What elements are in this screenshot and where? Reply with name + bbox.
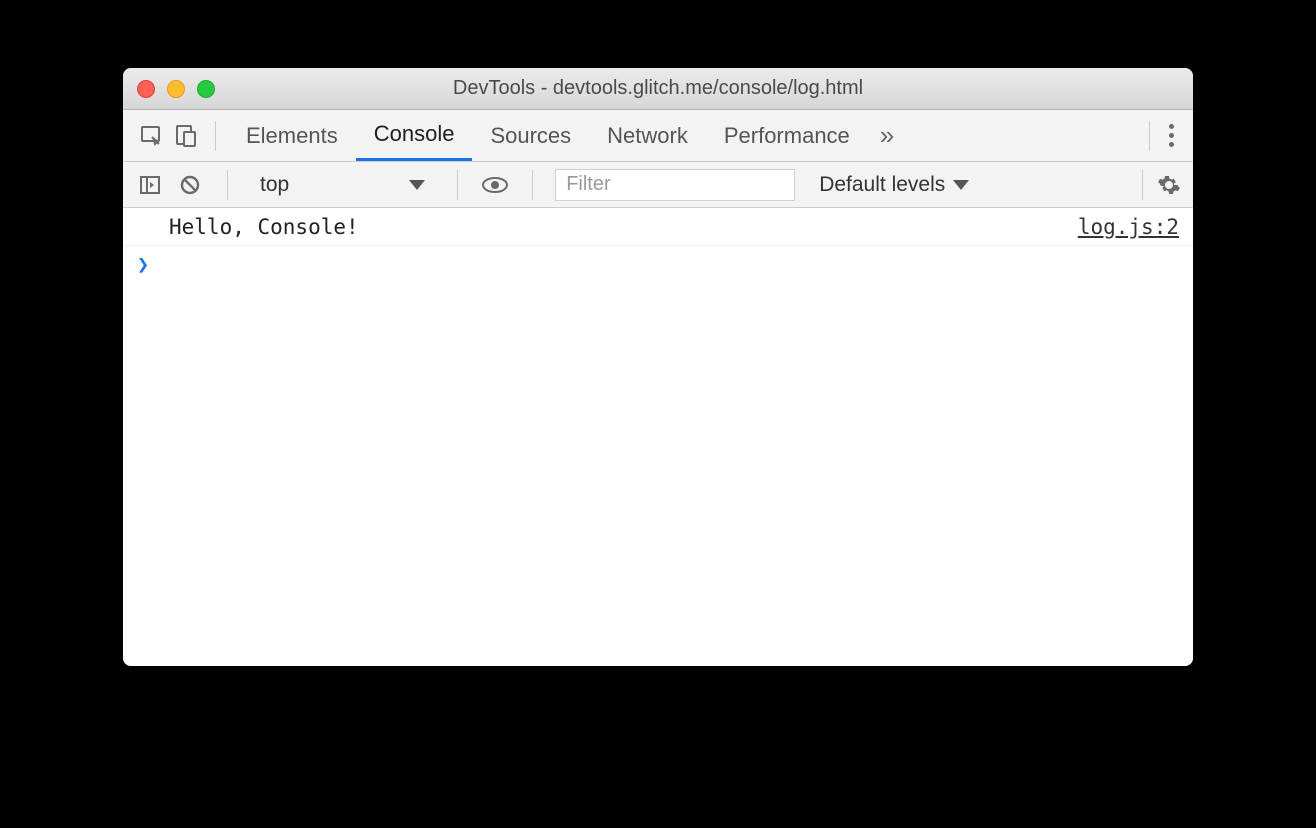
log-message: Hello, Console! [169, 215, 359, 239]
tab-network[interactable]: Network [589, 110, 706, 161]
clear-console-icon[interactable] [175, 170, 205, 200]
log-source-link[interactable]: log.js:2 [1078, 215, 1179, 239]
tab-performance[interactable]: Performance [706, 110, 868, 161]
minimize-window-button[interactable] [167, 80, 185, 98]
chevron-down-icon [953, 180, 969, 190]
log-levels-label: Default levels [819, 173, 945, 197]
inspect-element-icon[interactable] [135, 119, 169, 153]
tab-sources[interactable]: Sources [472, 110, 589, 161]
log-levels-select[interactable]: Default levels [819, 173, 969, 197]
console-toolbar: top Default levels [123, 162, 1193, 208]
device-toolbar-icon[interactable] [169, 119, 203, 153]
more-tabs-icon[interactable]: » [868, 120, 906, 151]
separator [227, 170, 228, 200]
zoom-window-button[interactable] [197, 80, 215, 98]
show-console-sidebar-icon[interactable] [135, 170, 165, 200]
traffic-lights [123, 80, 215, 98]
execution-context-label: top [260, 173, 289, 197]
window-title: DevTools - devtools.glitch.me/console/lo… [123, 77, 1193, 100]
panel-tabs: Elements Console Sources Network Perform… [123, 110, 1193, 162]
log-entry[interactable]: Hello, Console! log.js:2 [123, 208, 1193, 246]
title-bar: DevTools - devtools.glitch.me/console/lo… [123, 68, 1193, 110]
chevron-down-icon [409, 180, 425, 190]
separator [215, 121, 216, 151]
close-window-button[interactable] [137, 80, 155, 98]
live-expression-icon[interactable] [480, 170, 510, 200]
tab-elements[interactable]: Elements [228, 110, 356, 161]
devtools-window: DevTools - devtools.glitch.me/console/lo… [123, 68, 1193, 666]
console-prompt[interactable]: ❯ [123, 246, 1193, 282]
settings-menu-icon[interactable] [1149, 121, 1181, 151]
separator [532, 170, 533, 200]
filter-input[interactable] [555, 169, 795, 201]
console-output: Hello, Console! log.js:2 ❯ [123, 208, 1193, 666]
tab-console[interactable]: Console [356, 110, 473, 161]
prompt-caret-icon: ❯ [137, 252, 149, 276]
console-settings-icon[interactable] [1142, 170, 1181, 200]
execution-context-select[interactable]: top [250, 173, 435, 197]
separator [457, 170, 458, 200]
